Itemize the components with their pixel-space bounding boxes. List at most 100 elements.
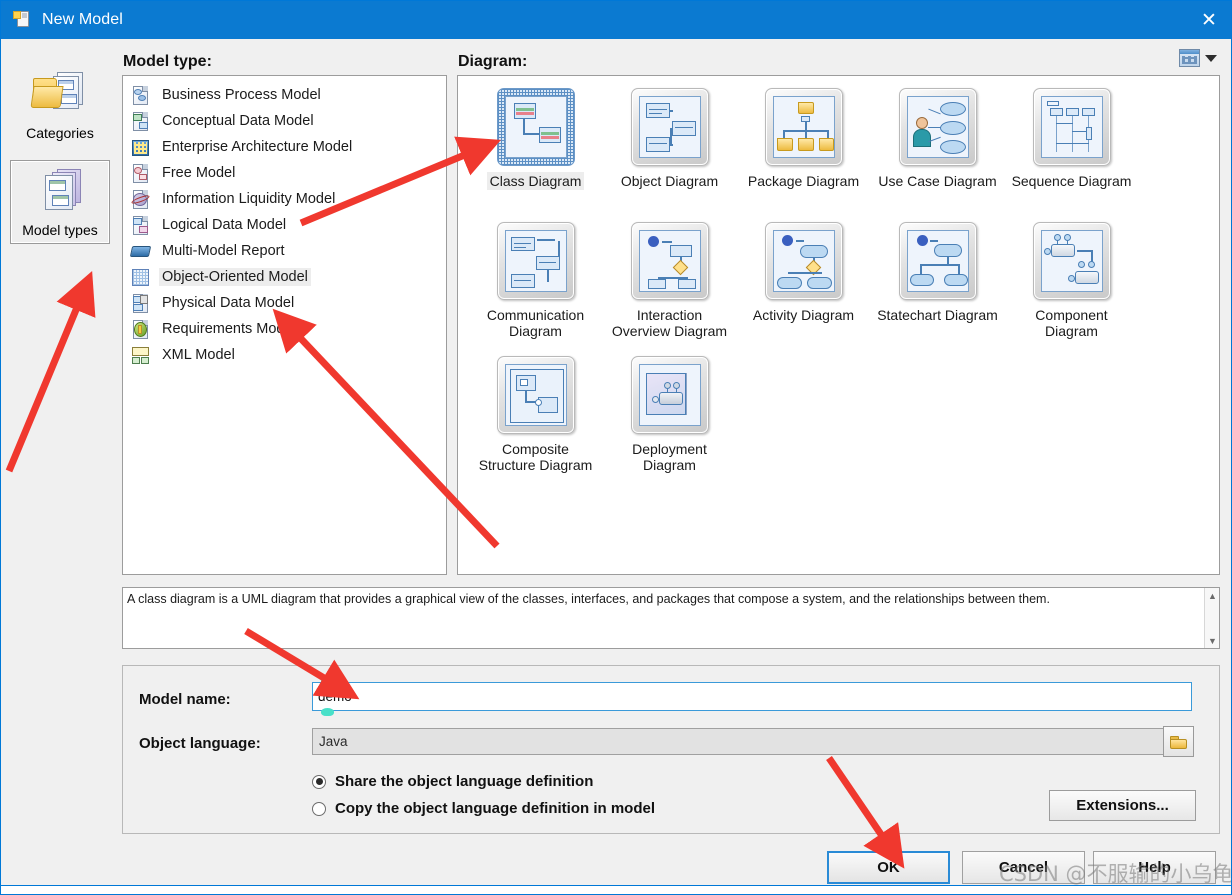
statechart-diagram-icon[interactable] — [898, 222, 977, 300]
stacked-documents-icon — [31, 167, 89, 217]
help-button[interactable]: Help — [1093, 851, 1216, 884]
model-type-item-label: XML Model — [162, 347, 235, 363]
composite-structure-diagram-icon[interactable] — [496, 356, 575, 434]
view-toggle[interactable] — [1179, 49, 1217, 67]
diagram-item[interactable]: Class Diagram — [469, 88, 602, 190]
deployment-diagram-icon[interactable] — [630, 356, 709, 434]
grid-view-icon[interactable] — [1179, 49, 1200, 67]
sidebar-item-categories[interactable]: Categories — [10, 64, 110, 146]
physical-data-icon — [131, 293, 151, 314]
radio-share-object-language[interactable]: Share the object language definition — [312, 773, 593, 790]
model-type-item[interactable]: Multi-Model Report — [127, 238, 444, 264]
model-type-item[interactable]: Enterprise Architecture Model — [127, 134, 444, 160]
model-type-item[interactable]: Physical Data Model — [127, 290, 444, 316]
model-type-item-label: Physical Data Model — [162, 295, 295, 311]
scroll-down-icon[interactable]: ▼ — [1205, 633, 1220, 648]
diagram-item[interactable]: Use Case Diagram — [871, 88, 1004, 190]
radio-share-label: Share the object language definition — [335, 773, 594, 790]
diagram-item[interactable]: Statechart Diagram — [871, 222, 1004, 324]
model-name-label: Model name: — [139, 691, 231, 708]
scroll-up-icon[interactable]: ▲ — [1205, 588, 1220, 603]
radio-indicator[interactable] — [312, 801, 326, 816]
package-diagram-icon[interactable] — [764, 88, 843, 166]
diagram-item-label: Sequence Diagram — [1011, 173, 1132, 189]
text-selection-handle-bottom[interactable] — [321, 708, 334, 716]
model-type-item-label: Logical Data Model — [162, 217, 287, 233]
diagram-item[interactable]: Composite Structure Diagram — [469, 356, 602, 474]
diagram-item[interactable]: Component Diagram — [1005, 222, 1138, 340]
diagram-item[interactable]: Package Diagram — [737, 88, 870, 190]
model-type-item[interactable]: Business Process Model — [127, 82, 444, 108]
text-selection-handle-top[interactable] — [321, 677, 334, 685]
diagram-item-label: Composite Structure Diagram — [478, 441, 593, 473]
close-icon[interactable]: ✕ — [1185, 1, 1231, 39]
sidebar-item-categories-label: Categories — [26, 125, 94, 141]
description-text: A class diagram is a UML diagram that pr… — [127, 592, 1050, 606]
diagram-item-label: Component Diagram — [1035, 307, 1108, 339]
model-type-item-label: Object-Oriented Model — [159, 268, 311, 286]
model-type-item[interactable]: Object-Oriented Model — [127, 264, 444, 290]
model-type-heading: Model type: — [123, 53, 212, 70]
model-type-item[interactable]: XML Model — [127, 342, 444, 368]
cancel-button[interactable]: Cancel — [962, 851, 1085, 884]
communication-diagram-icon[interactable] — [496, 222, 575, 300]
folder-icon — [1170, 735, 1187, 749]
model-name-input[interactable] — [312, 682, 1192, 711]
object-language-label: Object language: — [139, 735, 261, 752]
diagram-item-label: Object Diagram — [620, 173, 719, 189]
enterprise-architecture-icon — [131, 137, 151, 158]
class-diagram-icon[interactable] — [496, 88, 575, 166]
browse-language-button[interactable] — [1163, 726, 1194, 757]
model-type-item-label: Multi-Model Report — [162, 243, 285, 259]
model-type-item[interactable]: Information Liquidity Model — [127, 186, 444, 212]
folder-documents-icon — [30, 70, 89, 120]
diagram-gallery-panel: Class Diagram Object Diagram Package Diagr… — [457, 75, 1220, 575]
sidebar-item-model-types[interactable]: Model types — [10, 160, 110, 244]
diagram-item[interactable]: Activity Diagram — [737, 222, 870, 324]
object-language-select[interactable]: Java — [312, 728, 1192, 755]
model-type-item-label: Business Process Model — [162, 87, 321, 103]
sequence-diagram-icon[interactable] — [1032, 88, 1111, 166]
use-case-diagram-icon[interactable] — [898, 88, 977, 166]
diagram-item-label: Use Case Diagram — [878, 173, 997, 189]
component-diagram-icon[interactable] — [1032, 222, 1111, 300]
model-type-item[interactable]: Requirements Model — [127, 316, 444, 342]
diagram-gallery: Class Diagram Object Diagram Package Diagr… — [458, 76, 1219, 574]
object-diagram-icon[interactable] — [630, 88, 709, 166]
chevron-down-icon[interactable] — [1205, 54, 1217, 62]
interaction-overview-diagram-icon[interactable] — [630, 222, 709, 300]
ok-button[interactable]: OK — [827, 851, 950, 884]
information-liquidity-icon — [130, 189, 151, 210]
radio-copy-object-language[interactable]: Copy the object language definition in m… — [312, 800, 655, 817]
diagram-item-label: Class Diagram — [486, 172, 585, 190]
window-bottom-edge — [1, 885, 1231, 894]
model-type-item-label: Requirements Model — [162, 321, 296, 337]
title-bar: New Model ✕ — [1, 1, 1231, 39]
left-rail: Categories Model types — [2, 40, 118, 853]
description-box: A class diagram is a UML diagram that pr… — [122, 587, 1220, 649]
diagram-item[interactable]: Object Diagram — [603, 88, 736, 190]
model-settings-group: Model name: Object language: Java Share … — [122, 665, 1220, 834]
model-type-item-label: Information Liquidity Model — [162, 191, 336, 207]
radio-copy-label: Copy the object language definition in m… — [335, 800, 656, 817]
model-type-list: Business Process Model Conceptual Data Mo… — [123, 76, 446, 368]
free-model-icon — [131, 163, 151, 184]
activity-diagram-icon[interactable] — [764, 222, 843, 300]
model-type-item[interactable]: Logical Data Model — [127, 212, 444, 238]
diagram-item[interactable]: Interaction Overview Diagram — [603, 222, 736, 340]
diagram-item-label: Package Diagram — [747, 173, 860, 189]
conceptual-data-icon — [131, 111, 151, 132]
new-model-icon — [13, 10, 31, 30]
diagram-item[interactable]: Sequence Diagram — [1005, 88, 1138, 190]
description-scrollbar[interactable]: ▲ ▼ — [1204, 588, 1219, 648]
radio-indicator[interactable] — [312, 774, 326, 789]
model-type-item[interactable]: Free Model — [127, 160, 444, 186]
diagram-item[interactable]: Communication Diagram — [469, 222, 602, 340]
model-type-item[interactable]: Conceptual Data Model — [127, 108, 444, 134]
diagram-item[interactable]: Deployment Diagram — [603, 356, 736, 474]
model-type-list-panel: Business Process Model Conceptual Data Mo… — [122, 75, 447, 575]
diagram-item-label: Interaction Overview Diagram — [611, 307, 728, 339]
extensions-button[interactable]: Extensions... — [1049, 790, 1196, 821]
object-oriented-icon — [131, 267, 151, 288]
model-type-item-label: Free Model — [162, 165, 236, 181]
